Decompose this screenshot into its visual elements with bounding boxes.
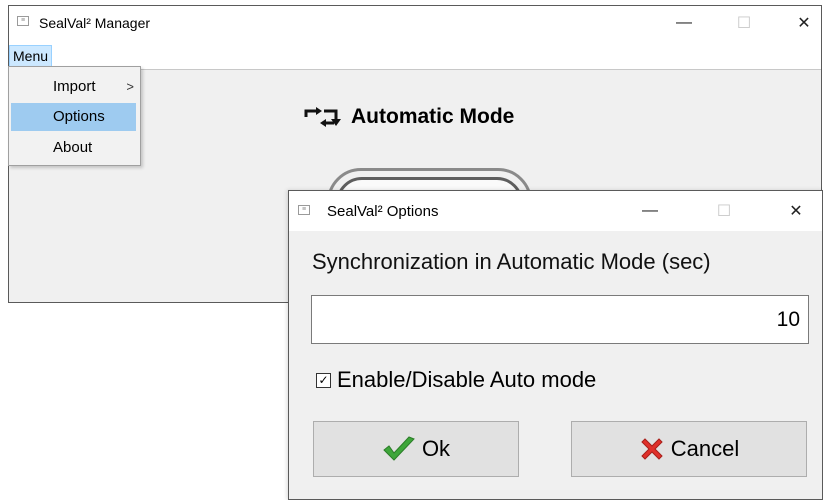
menu-item-import[interactable]: Import > (11, 73, 136, 101)
menu-item-about-label: About (53, 139, 93, 156)
dialog-close-button[interactable]: ✕ (773, 194, 819, 228)
options-dialog: ≡ SealVal² Options — ☐ ✕ Synchronization… (288, 190, 823, 500)
minimize-button[interactable]: — (661, 6, 707, 40)
menu-item-about[interactable]: About (11, 134, 136, 162)
menu-item-import-label: Import (53, 78, 96, 95)
options-titlebar[interactable]: ≡ SealVal² Options — ☐ ✕ (289, 191, 822, 231)
sync-interval-label: Synchronization in Automatic Mode (sec) (312, 249, 711, 274)
options-dialog-title: SealVal² Options (327, 203, 439, 220)
menu-item-options-label: Options (53, 108, 105, 125)
auto-mode-checkbox[interactable]: ✓ (316, 372, 331, 388)
auto-mode-toggle[interactable]: ✓ Enable/Disable Auto mode (316, 367, 596, 393)
main-titlebar[interactable]: ≡ SealVal² Manager — ☐ ✕ (9, 6, 821, 42)
ok-button-label: Ok (421, 436, 451, 461)
main-window-title: SealVal² Manager (39, 15, 151, 31)
auto-mode-label: Enable/Disable Auto mode (337, 367, 597, 392)
checkmark-icon (382, 436, 416, 462)
maximize-button[interactable]: ☐ (721, 6, 767, 40)
automatic-mode-heading: Automatic Mode (304, 102, 514, 132)
menu-item-options[interactable]: Options (11, 103, 136, 131)
mode-heading-text: Automatic Mode (351, 105, 515, 128)
menu-dropdown: Import > Options About (8, 66, 141, 166)
dialog-maximize-button[interactable]: ☐ (701, 194, 747, 228)
sync-interval-input[interactable] (311, 295, 809, 344)
cancel-button[interactable]: Cancel (571, 421, 807, 477)
menu-button[interactable]: Menu (9, 45, 53, 67)
x-mark-icon (639, 436, 665, 462)
ok-button[interactable]: Ok (313, 421, 519, 477)
app-icon: ≡ (17, 16, 29, 26)
dialog-minimize-button[interactable]: — (627, 194, 673, 228)
close-button[interactable]: ✕ (781, 6, 823, 40)
dialog-app-icon: ≡ (298, 205, 310, 215)
cancel-button-label: Cancel (670, 436, 740, 461)
submenu-arrow-icon: > (126, 79, 134, 94)
repeat-arrows-icon (304, 106, 344, 128)
